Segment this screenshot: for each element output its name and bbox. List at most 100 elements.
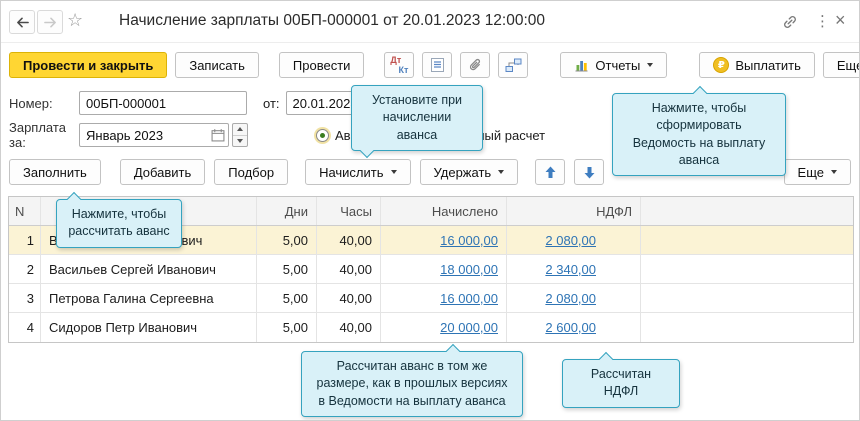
col-header-tax[interactable]: НДФЛ	[507, 197, 641, 225]
accrued-cell: 18 000,00	[381, 255, 507, 283]
period-input[interactable]	[79, 123, 229, 147]
back-arrow-icon	[15, 16, 30, 29]
table-row[interactable]: 4 Сидоров Петр Иванович 5,00 40,00 20 00…	[9, 313, 853, 342]
employee-cell[interactable]: Петрова Галина Сергеевна	[41, 284, 257, 312]
tax-link[interactable]: 2 080,00	[545, 233, 596, 248]
tooltip-tail	[446, 344, 460, 358]
more-button-table[interactable]: Еще	[784, 159, 851, 185]
hours-cell[interactable]: 40,00	[317, 226, 381, 254]
hours-cell[interactable]: 40,00	[317, 313, 381, 342]
tax-link[interactable]: 2 600,00	[545, 320, 596, 335]
tooltip-tail	[67, 192, 81, 206]
dtkt-icon: ДтКт	[390, 56, 408, 74]
col-header-days[interactable]: Дни	[257, 197, 317, 225]
move-down-button[interactable]	[574, 159, 604, 185]
calendar-icon[interactable]	[210, 128, 226, 143]
filler-cell	[641, 284, 853, 312]
bar-chart-icon	[574, 58, 589, 72]
hours-cell[interactable]: 40,00	[317, 284, 381, 312]
accrued-cell: 16 000,00	[381, 226, 507, 254]
tax-cell: 2 080,00	[507, 284, 641, 312]
withhold-button[interactable]: Удержать	[420, 159, 519, 185]
col-header-hours[interactable]: Часы	[317, 197, 381, 225]
chevron-down-icon	[391, 170, 397, 174]
favorite-star-icon[interactable]: ☆	[67, 10, 83, 31]
spinner-down-button[interactable]	[233, 136, 247, 147]
table-row[interactable]: 2 Васильев Сергей Иванович 5,00 40,00 18…	[9, 255, 853, 284]
tax-cell: 2 600,00	[507, 313, 641, 342]
filler-cell	[641, 255, 853, 283]
more-menu-icon[interactable]: ⋮	[815, 12, 830, 30]
pay-button[interactable]: ₽ Выплатить	[699, 52, 815, 78]
hours-cell[interactable]: 40,00	[317, 255, 381, 283]
days-cell[interactable]: 5,00	[257, 313, 317, 342]
accrued-link[interactable]: 18 000,00	[440, 262, 498, 277]
tooltip-tax-hint: Рассчитан НДФЛ	[562, 359, 680, 408]
date-label: от:	[263, 96, 280, 111]
pick-button[interactable]: Подбор	[214, 159, 288, 185]
employee-cell[interactable]: Васильев Сергей Иванович	[41, 255, 257, 283]
days-cell[interactable]: 5,00	[257, 284, 317, 312]
days-cell[interactable]: 5,00	[257, 255, 317, 283]
col-header-n[interactable]: N	[9, 197, 41, 225]
more-button-main[interactable]: Еще	[823, 52, 860, 78]
accrued-link[interactable]: 16 000,00	[440, 291, 498, 306]
days-cell[interactable]: 5,00	[257, 226, 317, 254]
col-header-filler	[641, 197, 853, 225]
spinner-down-icon	[237, 139, 243, 143]
close-icon[interactable]: ×	[835, 10, 846, 31]
period-label: Зарплата за:	[9, 120, 79, 150]
reports-button[interactable]: Отчеты	[560, 52, 667, 78]
salary-accrual-document-window: ☆ Начисление зарплаты 00БП-000001 от 20.…	[0, 0, 860, 421]
tooltip-tail	[599, 352, 613, 366]
register-records-button[interactable]	[422, 52, 452, 78]
col-header-accrued[interactable]: Начислено	[381, 197, 507, 225]
pay-label: Выплатить	[735, 58, 801, 73]
table-row[interactable]: 3 Петрова Галина Сергеевна 5,00 40,00 16…	[9, 284, 853, 313]
save-button[interactable]: Записать	[175, 52, 259, 78]
more-label: Еще	[798, 165, 824, 180]
fill-button[interactable]: Заполнить	[9, 159, 101, 185]
copy-link-icon[interactable]	[782, 14, 798, 33]
accrue-button[interactable]: Начислить	[305, 159, 410, 185]
accrued-link[interactable]: 20 000,00	[440, 320, 498, 335]
withhold-label: Удержать	[434, 165, 492, 180]
arrow-down-icon	[584, 166, 595, 179]
back-button[interactable]	[9, 10, 35, 34]
period-field	[79, 123, 229, 147]
period-spinner	[232, 123, 248, 147]
tooltip-fill-hint: Нажмите, чтобы рассчитать аванс	[56, 199, 182, 248]
more-label: Еще	[837, 58, 860, 73]
tax-cell: 2 080,00	[507, 226, 641, 254]
structure-icon	[505, 58, 522, 73]
tooltip-tail	[693, 86, 707, 100]
forward-arrow-icon	[43, 16, 58, 29]
dtkt-button[interactable]: ДтКт	[384, 52, 414, 78]
accrued-link[interactable]: 16 000,00	[440, 233, 498, 248]
titlebar: ☆ Начисление зарплаты 00БП-000001 от 20.…	[1, 1, 859, 43]
paperclip-icon	[468, 57, 483, 73]
row-number-cell: 1	[9, 226, 41, 254]
tax-link[interactable]: 2 080,00	[545, 291, 596, 306]
journal-icon	[430, 57, 445, 73]
tax-cell: 2 340,00	[507, 255, 641, 283]
ruble-coin-icon: ₽	[713, 57, 729, 73]
add-button[interactable]: Добавить	[120, 159, 205, 185]
tooltip-set-on-advance: Установите при начислении аванса	[351, 85, 483, 151]
number-input[interactable]	[79, 91, 247, 115]
spinner-up-button[interactable]	[233, 124, 247, 136]
move-up-button[interactable]	[535, 159, 565, 185]
chevron-down-icon	[498, 170, 504, 174]
tax-link[interactable]: 2 340,00	[545, 262, 596, 277]
main-toolbar: Провести и закрыть Записать Провести ДтК…	[9, 52, 851, 78]
related-documents-button[interactable]	[498, 52, 528, 78]
tooltip-pay-hint: Нажмите, чтобы сформировать Ведомость на…	[612, 93, 786, 176]
forward-button[interactable]	[37, 10, 63, 34]
post-button[interactable]: Провести	[279, 52, 365, 78]
chevron-down-icon	[831, 170, 837, 174]
accrue-label: Начислить	[319, 165, 383, 180]
chevron-down-icon	[647, 63, 653, 67]
post-and-close-button[interactable]: Провести и закрыть	[9, 52, 167, 78]
attachments-button[interactable]	[460, 52, 490, 78]
employee-cell[interactable]: Сидоров Петр Иванович	[41, 313, 257, 342]
